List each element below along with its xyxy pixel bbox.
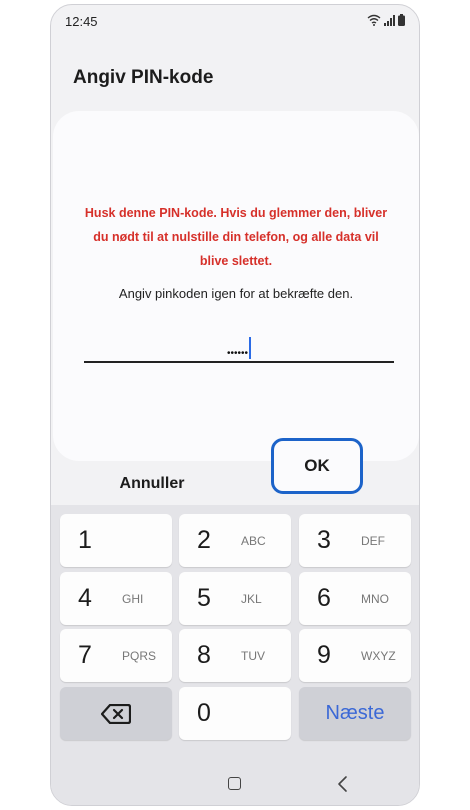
key-digit: 4 bbox=[78, 584, 92, 612]
backspace-key[interactable] bbox=[60, 687, 172, 740]
warning-line-2: du nødt til at nulstille din telefon, og… bbox=[93, 230, 379, 244]
key-letters: WXYZ bbox=[361, 649, 396, 663]
key-digit: 3 bbox=[317, 526, 331, 554]
key-digit: 6 bbox=[317, 584, 331, 612]
pin-input[interactable]: •••••• bbox=[84, 331, 394, 363]
warning-line-3: blive slettet. bbox=[199, 254, 273, 268]
key-letters: TUV bbox=[241, 649, 265, 663]
key-letters: MNO bbox=[361, 592, 389, 606]
key-digit: 7 bbox=[78, 641, 92, 669]
pin-instruction: Angiv pinkoden igen for at bekræfte den. bbox=[118, 286, 354, 301]
status-time: 12:45 bbox=[65, 14, 98, 29]
key-letters: DEF bbox=[361, 534, 385, 548]
key-letters: PQRS bbox=[122, 649, 157, 663]
key-0[interactable]: 0 bbox=[179, 687, 291, 740]
phone-screen: 12:45 Angiv PIN-kode Husk denne PIN-kode… bbox=[50, 4, 420, 806]
key-7[interactable]: 7 PQRS bbox=[60, 629, 172, 682]
pin-dialog-card: Husk denne PIN-kode. Hvis du glemmer den… bbox=[53, 111, 419, 461]
key-digit: 9 bbox=[317, 641, 331, 669]
pin-masked-value: •••••• bbox=[226, 348, 248, 360]
key-9[interactable]: 9 WXYZ bbox=[299, 629, 411, 682]
navigation-bar bbox=[51, 750, 419, 805]
home-icon[interactable] bbox=[228, 777, 241, 790]
back-icon[interactable] bbox=[335, 775, 351, 793]
numeric-keypad: 1 2 ABC 3 DEF 4 GHI 5 JKL 6 MNO 7 PQRS 8… bbox=[51, 505, 419, 750]
key-3[interactable]: 3 DEF bbox=[299, 514, 411, 567]
status-bar: 12:45 bbox=[51, 5, 419, 39]
page-title: Angiv PIN-kode bbox=[73, 67, 214, 88]
key-6[interactable]: 6 MNO bbox=[299, 572, 411, 625]
warning-line-1: Husk denne PIN-kode. Hvis du glemmer den… bbox=[84, 206, 388, 220]
key-digit: 0 bbox=[197, 699, 211, 727]
text-cursor bbox=[249, 337, 251, 359]
wifi-icon bbox=[367, 14, 381, 26]
key-digit: 2 bbox=[197, 526, 211, 554]
ok-button[interactable]: OK bbox=[271, 438, 363, 494]
key-digit: 5 bbox=[197, 584, 211, 612]
next-key-label: Næste bbox=[325, 702, 385, 724]
key-1[interactable]: 1 bbox=[60, 514, 172, 567]
key-5[interactable]: 5 JKL bbox=[179, 572, 291, 625]
key-4[interactable]: 4 GHI bbox=[60, 572, 172, 625]
key-letters: ABC bbox=[241, 534, 266, 548]
next-key[interactable]: Næste bbox=[299, 687, 411, 740]
key-digit: 1 bbox=[78, 526, 92, 554]
battery-icon bbox=[398, 14, 405, 26]
key-digit: 8 bbox=[197, 641, 211, 669]
key-letters: GHI bbox=[122, 592, 144, 606]
key-letters: JKL bbox=[241, 592, 262, 606]
backspace-icon bbox=[60, 687, 172, 740]
cancel-button[interactable]: Annuller bbox=[81, 467, 223, 501]
status-icons bbox=[367, 14, 405, 26]
signal-icon bbox=[384, 14, 395, 26]
pin-warning-text: Husk denne PIN-kode. Hvis du glemmer den… bbox=[73, 201, 399, 273]
key-2[interactable]: 2 ABC bbox=[179, 514, 291, 567]
key-8[interactable]: 8 TUV bbox=[179, 629, 291, 682]
